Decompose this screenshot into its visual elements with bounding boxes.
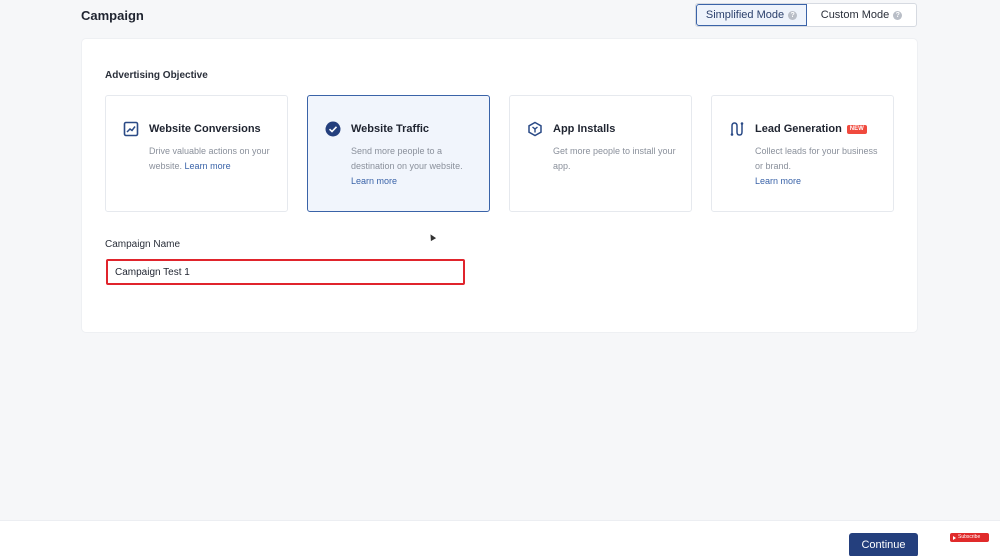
subscribe-badge: Subscribe (950, 533, 989, 542)
route-icon (730, 122, 744, 136)
objective-title: Lead Generation NEW (755, 123, 867, 135)
new-badge: NEW (846, 125, 867, 134)
custom-mode-button[interactable]: Custom Mode ? (807, 4, 916, 26)
objective-desc-text: Send more people to a destination on you… (351, 146, 463, 171)
learn-more-link[interactable]: Learn more (351, 176, 397, 186)
campaign-name-input[interactable] (106, 259, 465, 285)
advertising-objective-label: Advertising Objective (105, 70, 208, 81)
help-icon[interactable]: ? (788, 10, 798, 20)
objective-title-text: Lead Generation (755, 123, 842, 135)
objective-description: Send more people to a destination on you… (351, 144, 479, 189)
objective-description: Drive valuable actions on your website. … (149, 144, 277, 174)
play-icon (953, 535, 956, 540)
objective-title: Website Traffic (351, 123, 430, 135)
simplified-mode-label: Simplified Mode (705, 9, 785, 21)
help-icon[interactable]: ? (893, 10, 903, 20)
objective-title: Website Conversions (149, 123, 261, 135)
objective-title: App Installs (553, 123, 616, 135)
custom-mode-label: Custom Mode (820, 9, 890, 21)
objective-desc-text: Get more people to install your app. (553, 146, 676, 171)
objective-description: Get more people to install your app. (553, 144, 681, 174)
learn-more-link[interactable]: Learn more (185, 161, 231, 171)
page-title: Campaign (81, 8, 144, 23)
objective-desc-text: Collect leads for your business or brand… (755, 146, 878, 171)
objective-card-website-traffic[interactable]: Website Traffic Send more people to a de… (307, 95, 490, 212)
objective-description: Collect leads for your business or brand… (755, 144, 883, 189)
objective-card-lead-generation[interactable]: Lead Generation NEW Collect leads for you… (711, 95, 894, 212)
cube-icon (528, 121, 542, 137)
learn-more-link[interactable]: Learn more (755, 176, 801, 186)
subscribe-label: Subscribe (958, 534, 981, 540)
footer-bar: Continue Subscribe (0, 520, 1000, 556)
objective-card-app-installs[interactable]: App Installs Get more people to install … (509, 95, 692, 212)
continue-button[interactable]: Continue (849, 533, 918, 556)
objective-card-website-conversions[interactable]: Website Conversions Drive valuable actio… (105, 95, 288, 212)
campaign-name-label: Campaign Name (105, 239, 181, 250)
simplified-mode-button[interactable]: Simplified Mode ? (696, 4, 807, 26)
check-circle-icon (325, 121, 341, 137)
chart-up-icon (123, 121, 139, 137)
mode-toggle: Simplified Mode ? Custom Mode ? (695, 3, 917, 27)
campaign-form-card: Advertising Objective Website Conversion… (82, 39, 917, 332)
